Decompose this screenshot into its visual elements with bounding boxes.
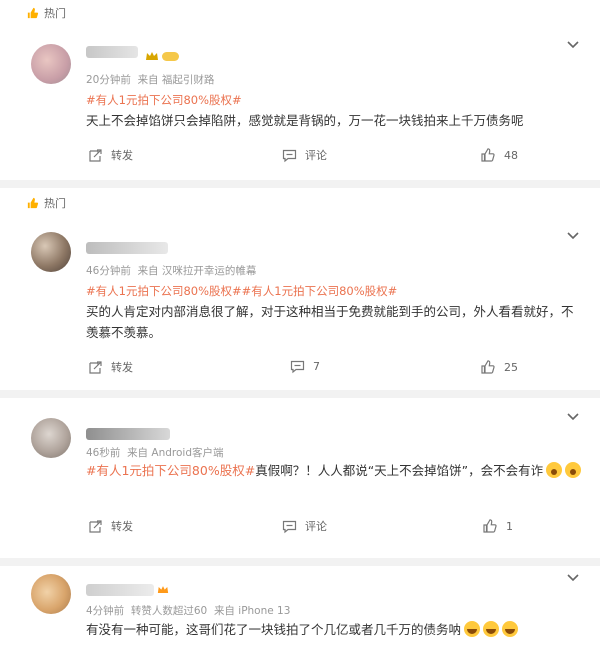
comment-card-2: 热门 46分钟前 来自 汉咪拉开幸运的帷幕 #有人1元拍下公司80%股权##有人… xyxy=(0,188,600,390)
hot-thumb-icon xyxy=(27,197,39,208)
laugh-emoji xyxy=(464,621,481,637)
hashtag-link[interactable]: #有人1元拍下公司80%股权##有人1元拍下公司80%股权# xyxy=(86,283,397,299)
like-icon xyxy=(481,148,495,162)
hot-label: 热门 xyxy=(26,195,66,211)
avatar[interactable] xyxy=(31,574,71,614)
repost-label: 转发 xyxy=(111,520,133,533)
post-source[interactable]: 福起引财路 xyxy=(162,74,215,86)
comment-button[interactable]: 评论 xyxy=(282,147,327,163)
hot-thumb-icon xyxy=(27,7,39,18)
repost-button[interactable]: 转发 xyxy=(88,518,133,534)
post-meta: 46分钟前 来自 汉咪拉开幸运的帷幕 xyxy=(86,263,256,278)
comment-text: 买的人肯定对内部消息很了解，对于这种相当于免费就能到手的公司，外人看看就好，不羡… xyxy=(86,304,574,340)
level-badge xyxy=(145,51,179,62)
like-button[interactable]: 48 xyxy=(480,147,518,163)
comment-label: 评论 xyxy=(305,149,327,162)
like-count: 1 xyxy=(506,519,513,533)
repost-label: 转发 xyxy=(111,361,133,374)
repost-button[interactable]: 转发 xyxy=(88,359,133,375)
comment-text: #有人1元拍下公司80%股权#真假啊？！人人都说“天上不会掉馅饼”，会不会有诈 xyxy=(86,460,586,481)
separator xyxy=(0,390,600,398)
level-badge xyxy=(157,585,169,595)
crown-icon xyxy=(157,586,169,593)
repost-icon xyxy=(89,148,102,162)
post-time: 46秒前 xyxy=(86,447,121,459)
username-blurred[interactable] xyxy=(86,46,138,58)
comment-button[interactable]: 评论 xyxy=(282,518,327,534)
avatar[interactable] xyxy=(31,418,71,458)
chevron-down-icon[interactable] xyxy=(566,573,580,583)
avatar[interactable] xyxy=(31,232,71,272)
comment-icon xyxy=(282,520,297,533)
chevron-down-icon[interactable] xyxy=(566,412,580,422)
comment-icon xyxy=(290,360,305,374)
level-pill xyxy=(162,52,179,61)
post-source[interactable]: Android客户端 xyxy=(151,447,223,459)
hashtag-link[interactable]: #有人1元拍下公司80%股权# xyxy=(86,463,255,478)
like-icon xyxy=(481,360,495,374)
repost-label: 转发 xyxy=(111,149,133,162)
crown-icon xyxy=(146,52,158,60)
like-button[interactable]: 25 xyxy=(480,359,518,375)
laugh-emoji xyxy=(502,621,519,637)
like-button[interactable]: 1 xyxy=(482,518,513,534)
like-icon xyxy=(483,519,497,533)
comment-card-3: 46秒前 来自 Android客户端 #有人1元拍下公司80%股权#真假啊？！人… xyxy=(0,398,600,558)
post-meta: 20分钟前 来自 福起引财路 xyxy=(86,72,214,87)
repost-button[interactable]: 转发 xyxy=(88,147,133,163)
source-prefix: 来自 xyxy=(137,74,159,86)
laugh-emoji xyxy=(483,621,500,637)
post-time: 46分钟前 xyxy=(86,265,131,277)
separator xyxy=(0,558,600,566)
chevron-down-icon[interactable] xyxy=(566,231,580,241)
repost-icon xyxy=(89,360,102,374)
comment-body: 有没有一种可能，这哥们花了一块钱拍了个几亿或者几千万的债务呐 xyxy=(86,622,462,637)
post-source[interactable]: iPhone 13 xyxy=(238,605,290,617)
comment-card-4: 4分钟前 转赞人数超过60 来自 iPhone 13 有没有一种可能，这哥们花了… xyxy=(0,566,600,661)
username-blurred[interactable] xyxy=(86,584,154,596)
source-prefix: 来自 xyxy=(127,447,149,459)
chevron-down-icon[interactable] xyxy=(566,40,580,50)
post-extra: 转赞人数超过60 xyxy=(130,605,208,617)
surprised-emoji xyxy=(546,462,563,478)
username-blurred[interactable] xyxy=(86,428,170,440)
comment-body: 真假啊？！人人都说“天上不会掉馅饼”，会不会有诈 xyxy=(255,463,544,478)
post-meta: 46秒前 来自 Android客户端 xyxy=(86,445,224,460)
hashtag-link[interactable]: #有人1元拍下公司80%股权# xyxy=(86,92,242,108)
repost-icon xyxy=(89,519,102,533)
comment-label: 评论 xyxy=(305,520,327,533)
surprised-emoji xyxy=(565,462,582,478)
comment-button[interactable]: 7 xyxy=(290,359,320,374)
post-source[interactable]: 汉咪拉开幸运的帷幕 xyxy=(162,265,257,277)
hot-text: 热门 xyxy=(44,197,66,210)
source-prefix: 来自 xyxy=(213,605,235,617)
comment-icon xyxy=(282,149,297,162)
like-count: 25 xyxy=(504,360,518,374)
source-prefix: 来自 xyxy=(137,265,159,277)
post-meta: 4分钟前 转赞人数超过60 来自 iPhone 13 xyxy=(86,603,290,618)
comment-card-1: 热门 20分钟前 来自 福起引财路 #有人1元拍下公司80%股权# 天上不会掉馅… xyxy=(0,0,600,180)
hot-label: 热门 xyxy=(26,5,66,21)
post-time: 20分钟前 xyxy=(86,74,131,86)
hot-text: 热门 xyxy=(44,7,66,20)
comment-text: 有没有一种可能，这哥们花了一块钱拍了个几亿或者几千万的债务呐 xyxy=(86,619,586,640)
avatar[interactable] xyxy=(31,44,71,84)
like-count: 48 xyxy=(504,148,518,162)
comment-count: 7 xyxy=(313,360,320,373)
username-blurred[interactable] xyxy=(86,242,168,254)
post-time: 4分钟前 xyxy=(86,605,125,617)
separator xyxy=(0,180,600,188)
comment-text: 天上不会掉馅饼只会掉陷阱，感觉就是背锅的，万一花一块钱拍来上千万债务呢 xyxy=(86,113,524,128)
